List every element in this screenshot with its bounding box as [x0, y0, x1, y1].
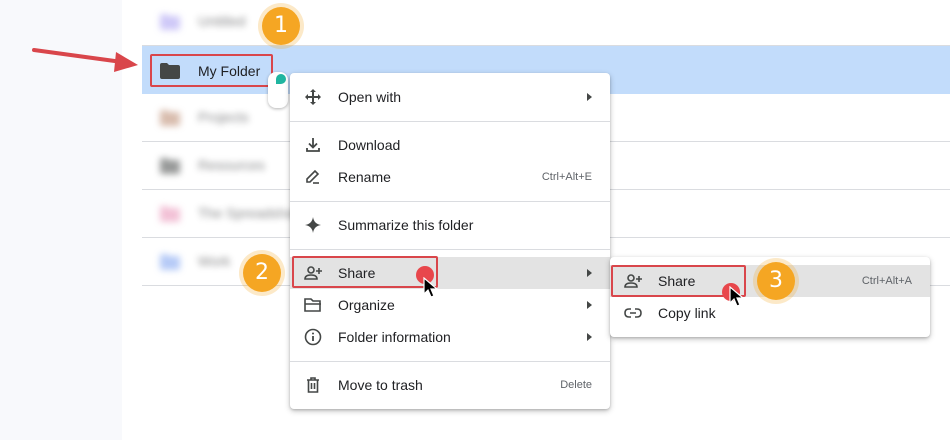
- folder-icon: [160, 14, 180, 30]
- divider: [290, 121, 610, 122]
- menu-label: Download: [338, 137, 401, 153]
- folder-icon: [160, 158, 180, 174]
- shortcut-text: Delete: [560, 379, 592, 391]
- file-name: Resources: [198, 157, 265, 173]
- menu-label: Folder information: [338, 329, 451, 345]
- step-1-badge: 1: [262, 7, 300, 45]
- trash-icon: [307, 377, 319, 393]
- sparkle-icon: [305, 217, 321, 233]
- menu-item-open-with[interactable]: Open with: [290, 81, 610, 113]
- divider: [290, 249, 610, 250]
- rename-pen-icon: [306, 169, 320, 184]
- file-name: Projects: [198, 109, 249, 125]
- shortcut-text: Ctrl+Alt+A: [861, 275, 912, 287]
- info-icon: [304, 328, 322, 346]
- chevron-right-icon: [587, 301, 592, 309]
- mouse-cursor-icon: [729, 286, 745, 307]
- menu-label: Open with: [338, 89, 402, 105]
- menu-item-summarize[interactable]: Summarize this folder: [290, 209, 610, 241]
- folder-icon: [160, 254, 180, 270]
- link-icon: [624, 308, 642, 318]
- chevron-right-icon: [587, 93, 592, 101]
- menu-label: Copy link: [658, 305, 716, 321]
- file-name: Work: [198, 253, 231, 269]
- menu-label: Rename: [338, 169, 391, 185]
- file-name: Untitled: [198, 13, 246, 29]
- folder-icon: [160, 206, 180, 222]
- menu-item-rename[interactable]: Rename Ctrl+Alt+E: [290, 161, 610, 193]
- mouse-cursor-icon: [423, 277, 439, 298]
- download-icon: [306, 138, 320, 152]
- shortcut-text: Ctrl+Alt+E: [541, 171, 592, 183]
- chevron-right-icon: [587, 333, 592, 341]
- status-dot: [276, 74, 286, 84]
- my-folder-highlight: [150, 54, 273, 87]
- menu-label: Move to trash: [338, 377, 423, 393]
- menu-item-download[interactable]: Download: [290, 129, 610, 161]
- drag-handle[interactable]: [268, 72, 288, 108]
- pointer-arrow-icon: [32, 48, 138, 72]
- menu-item-move-to-trash[interactable]: Move to trash Delete: [290, 369, 610, 401]
- divider: [290, 361, 610, 362]
- step-3-badge: 3: [757, 262, 795, 300]
- menu-label: Summarize this folder: [338, 217, 474, 233]
- chevron-right-icon: [587, 269, 592, 277]
- menu-item-folder-information[interactable]: Folder information: [290, 321, 610, 353]
- step-2-badge: 2: [243, 254, 281, 292]
- submenu-item-copy-link[interactable]: Copy link: [610, 297, 930, 329]
- folder-open-icon: [304, 298, 321, 312]
- context-menu: Open with Download Rename Ctrl+Alt+E Sum…: [290, 73, 610, 409]
- menu-item-organize[interactable]: Organize: [290, 289, 610, 321]
- divider: [290, 201, 610, 202]
- menu-label: Organize: [338, 297, 395, 313]
- folder-icon: [160, 110, 180, 126]
- move-arrows-icon: [305, 89, 321, 105]
